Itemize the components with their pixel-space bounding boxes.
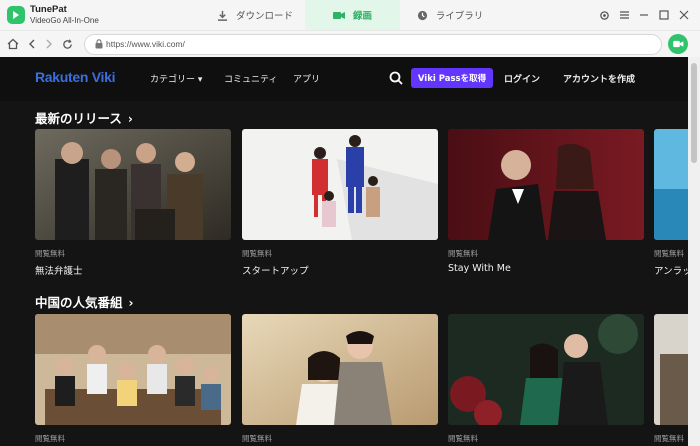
forward-icon[interactable] — [42, 37, 56, 51]
rakuten-viki-logo[interactable]: Rakuten Viki — [35, 69, 115, 85]
card-free-label: 閲覧無料 — [448, 434, 478, 443]
scrollbar-thumb[interactable] — [691, 63, 697, 163]
close-icon[interactable] — [677, 8, 691, 22]
show-card[interactable]: 閲覧無料 — [448, 314, 644, 444]
card-free-label: 閲覧無料 — [35, 434, 65, 443]
show-thumbnail — [654, 314, 688, 425]
card-free-label: 閲覧無料 — [35, 249, 65, 258]
brand-rakuten: Rakuten — [35, 69, 89, 85]
minimize-icon[interactable] — [637, 8, 651, 22]
maximize-icon[interactable] — [657, 8, 671, 22]
show-card[interactable]: 閲覧無料 無法弁護士 — [35, 129, 231, 277]
lock-icon — [95, 39, 103, 49]
nav-category[interactable]: カテゴリー ▾ — [150, 72, 202, 85]
section-china-popular[interactable]: 中国の人気番組 › — [35, 292, 133, 311]
reload-icon[interactable] — [60, 37, 74, 51]
tab-library[interactable]: ライブラリ — [400, 0, 500, 30]
show-card[interactable]: 閲覧無料 スタートアップ — [242, 129, 438, 277]
section-title-china: 中国の人気番組 — [35, 295, 123, 310]
show-thumbnail — [242, 129, 438, 240]
card-title: スタートアップ — [242, 266, 309, 277]
card-title: 無法弁護士 — [35, 266, 83, 277]
tab-record-label: 録画 — [352, 11, 372, 22]
address-bar[interactable]: https://www.viki.com/ — [84, 34, 662, 55]
login-link[interactable]: ログイン — [504, 72, 540, 85]
tab-download[interactable]: ダウンロード — [205, 0, 305, 30]
show-card[interactable]: 閲覧無料 アンラッ — [654, 129, 688, 277]
record-button[interactable] — [668, 34, 688, 54]
settings-icon[interactable] — [597, 8, 611, 22]
tab-record[interactable]: 録画 — [305, 0, 400, 30]
show-card[interactable]: 閲覧無料 — [654, 314, 688, 444]
section-title-latest: 最新のリリース — [35, 111, 122, 126]
tab-library-label: ライブラリ — [435, 11, 484, 22]
show-thumbnail — [35, 314, 231, 425]
show-thumbnail — [448, 314, 644, 425]
vertical-scrollbar[interactable] — [688, 57, 700, 446]
web-content: Rakuten Viki カテゴリー ▾ コミュニティ アプリ Viki Pas… — [0, 57, 688, 446]
section-latest-releases[interactable]: 最新のリリース › — [35, 108, 133, 127]
app-subtitle: VideoGo All-In-One — [30, 16, 99, 25]
home-icon[interactable] — [6, 37, 20, 51]
app-logo-icon — [7, 6, 25, 24]
video-camera-icon — [672, 40, 683, 48]
signup-link[interactable]: アカウントを作成 — [563, 72, 635, 85]
browser-toolbar: https://www.viki.com/ — [0, 30, 700, 57]
nav-community[interactable]: コミュニティ — [224, 72, 277, 85]
show-card[interactable]: 閲覧無料 — [35, 314, 231, 444]
show-card[interactable]: 閲覧無料 — [242, 314, 438, 444]
card-free-label: 閲覧無料 — [654, 434, 684, 443]
site-header: Rakuten Viki カテゴリー ▾ コミュニティ アプリ Viki Pas… — [0, 57, 688, 101]
camera-icon — [332, 12, 345, 19]
back-icon[interactable] — [25, 37, 39, 51]
download-icon — [217, 10, 228, 21]
show-thumbnail — [654, 129, 688, 240]
clock-icon — [417, 10, 427, 20]
card-title: アンラッ — [654, 266, 688, 277]
nav-apps[interactable]: アプリ — [293, 72, 320, 85]
card-free-label: 閲覧無料 — [242, 249, 272, 258]
show-thumbnail — [35, 129, 231, 240]
get-viki-pass-button[interactable]: Viki Passを取得 — [411, 68, 493, 88]
tab-download-label: ダウンロード — [235, 11, 293, 22]
show-thumbnail — [242, 314, 438, 425]
card-free-label: 閲覧無料 — [654, 249, 684, 258]
show-thumbnail — [448, 129, 644, 240]
show-card[interactable]: 閲覧無料 Stay With Me — [448, 129, 644, 274]
card-title: Stay With Me — [448, 263, 511, 274]
card-free-label: 閲覧無料 — [448, 249, 478, 258]
card-free-label: 閲覧無料 — [242, 434, 272, 443]
chevron-right-icon: › — [127, 112, 133, 126]
menu-icon[interactable] — [617, 8, 631, 22]
brand-viki: Viki — [91, 69, 116, 85]
app-titlebar: TunePat VideoGo All-In-One ダウンロード 録画 ライブ… — [0, 0, 700, 30]
search-icon[interactable] — [389, 71, 403, 85]
url-text: https://www.viki.com/ — [106, 39, 185, 49]
chevron-right-icon: › — [128, 296, 134, 310]
app-name: TunePat — [30, 4, 67, 15]
